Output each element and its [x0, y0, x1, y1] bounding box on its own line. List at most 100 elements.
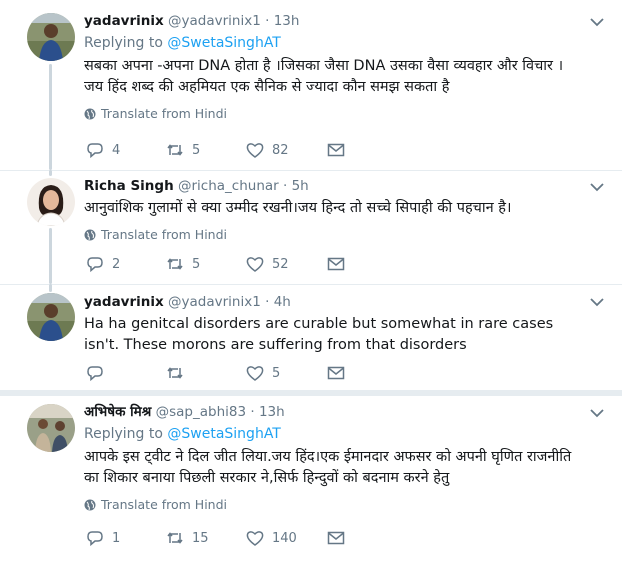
- separator-dot: ·: [250, 404, 255, 420]
- retweet-button[interactable]: [166, 364, 192, 382]
- direct-message-button[interactable]: [327, 141, 345, 159]
- message-icon: [327, 366, 345, 380]
- tweet-text: सबका अपना -अपना DNA होता है ।जिसका जैसा …: [84, 58, 564, 95]
- display-name[interactable]: अभिषेक मिश्र: [84, 404, 151, 420]
- separator-dot: ·: [265, 13, 270, 29]
- replying-to: Replying to @SwetaSinghAT: [84, 33, 582, 53]
- reply-icon: [87, 257, 103, 273]
- like-icon: [246, 257, 264, 272]
- chevron-down-icon[interactable]: [590, 297, 604, 307]
- user-handle[interactable]: @yadavrinix1: [168, 13, 261, 29]
- message-icon: [327, 143, 345, 157]
- display-name[interactable]: yadavrinix: [84, 13, 164, 29]
- retweet-button[interactable]: 15: [166, 529, 209, 547]
- chevron-down-icon[interactable]: [590, 17, 604, 27]
- replying-prefix: Replying to: [84, 426, 168, 442]
- replying-prefix: Replying to: [84, 35, 168, 51]
- reply-target-link[interactable]: @SwetaSinghAT: [167, 426, 280, 442]
- translate-label: Translate from Hindi: [101, 497, 227, 512]
- reply-icon: [87, 366, 103, 382]
- direct-message-button[interactable]: [327, 364, 345, 382]
- thread-line: [49, 64, 52, 170]
- reply-icon: [87, 143, 103, 159]
- timestamp[interactable]: 5h: [292, 178, 309, 194]
- retweet-count: 15: [192, 530, 209, 546]
- translate-link[interactable]: Translate from Hindi: [84, 106, 582, 121]
- timestamp[interactable]: 13h: [274, 13, 300, 29]
- chevron-down-icon[interactable]: [590, 408, 604, 418]
- globe-icon: [84, 108, 96, 119]
- thread-line: [49, 228, 52, 284]
- tweet-actions: 1 15 140: [84, 529, 384, 549]
- display-name[interactable]: yadavrinix: [84, 294, 164, 310]
- like-count: 82: [272, 142, 289, 158]
- reply-button[interactable]: 4: [86, 141, 120, 159]
- translate-label: Translate from Hindi: [101, 227, 227, 242]
- direct-message-button[interactable]: [327, 255, 345, 273]
- tweet-header: yadavrinix @yadavrinix1 · 4h: [84, 293, 582, 311]
- direct-message-button[interactable]: [327, 529, 345, 547]
- reply-count: 2: [112, 256, 121, 272]
- like-count: 140: [272, 530, 297, 546]
- like-button[interactable]: 140: [246, 529, 297, 547]
- reply-button[interactable]: 1: [86, 529, 120, 547]
- translate-link[interactable]: Translate from Hindi: [84, 227, 582, 242]
- replying-to: Replying to @SwetaSinghAT: [84, 424, 582, 444]
- like-count: 5: [272, 365, 281, 381]
- like-button[interactable]: 82: [246, 141, 289, 159]
- translate-label: Translate from Hindi: [101, 106, 227, 121]
- like-button[interactable]: 5: [246, 364, 280, 382]
- retweet-count: 5: [192, 142, 201, 158]
- separator-dot: ·: [283, 178, 288, 194]
- tweet-2[interactable]: Richa Singh @richa_chunar · 5h आनुवांशिक…: [0, 170, 622, 284]
- globe-icon: [84, 229, 96, 240]
- reply-icon: [87, 531, 103, 547]
- user-handle[interactable]: @yadavrinix1: [168, 294, 261, 310]
- reply-count: 1: [112, 530, 121, 546]
- tweet-header: अभिषेक मिश्र @sap_abhi83 · 13h: [84, 403, 582, 421]
- separator-dot: ·: [265, 294, 270, 310]
- tweet-3[interactable]: yadavrinix @yadavrinix1 · 4h Ha ha genit…: [0, 284, 622, 390]
- message-icon: [327, 257, 345, 271]
- thread-line: [49, 284, 52, 292]
- retweet-icon: [167, 144, 183, 156]
- retweet-button[interactable]: 5: [166, 141, 200, 159]
- retweet-icon: [167, 258, 183, 270]
- tweet-actions: 2 5 52: [84, 255, 384, 275]
- tweet-text: आपके इस ट्वीट ने दिल जीत लिया.जय हिंद।एक…: [84, 449, 572, 486]
- reply-target-link[interactable]: @SwetaSinghAT: [167, 35, 280, 51]
- retweet-button[interactable]: 5: [166, 255, 200, 273]
- retweet-icon: [167, 367, 183, 379]
- chevron-down-icon[interactable]: [590, 182, 604, 192]
- avatar-abhishek-mishra[interactable]: [27, 404, 75, 452]
- translate-link[interactable]: Translate from Hindi: [84, 497, 582, 512]
- user-handle[interactable]: @richa_chunar: [178, 178, 279, 194]
- retweet-count: 5: [192, 256, 201, 272]
- reply-button[interactable]: [86, 364, 112, 382]
- tweet-4[interactable]: अभिषेक मिश्र @sap_abhi83 · 13h Replying …: [0, 396, 622, 565]
- display-name[interactable]: Richa Singh: [84, 178, 174, 194]
- tweet-header: yadavrinix @yadavrinix1 · 13h: [84, 12, 582, 30]
- avatar-yadavrinix[interactable]: [27, 13, 75, 61]
- avatar-yadavrinix[interactable]: [27, 293, 75, 341]
- like-icon: [246, 531, 264, 546]
- message-icon: [327, 531, 345, 545]
- like-button[interactable]: 52: [246, 255, 289, 273]
- tweet-1[interactable]: yadavrinix @yadavrinix1 · 13h Replying t…: [0, 0, 622, 170]
- like-icon: [246, 143, 264, 158]
- reply-button[interactable]: 2: [86, 255, 120, 273]
- thread-line: [49, 170, 52, 176]
- tweet-actions: 4 5 82: [84, 141, 384, 161]
- timestamp[interactable]: 4h: [274, 294, 291, 310]
- tweet-text: आनुवांशिक गुलामों से क्या उम्मीद रखनी।जय…: [84, 200, 512, 216]
- retweet-icon: [167, 532, 183, 544]
- avatar-richa-singh[interactable]: [27, 178, 75, 226]
- timestamp[interactable]: 13h: [259, 404, 285, 420]
- like-count: 52: [272, 256, 289, 272]
- globe-icon: [84, 499, 96, 510]
- tweet-header: Richa Singh @richa_chunar · 5h: [84, 177, 582, 195]
- reply-count: 4: [112, 142, 121, 158]
- like-icon: [246, 366, 264, 381]
- tweet-text: Ha ha genitcal disorders are curable but…: [84, 316, 554, 353]
- user-handle[interactable]: @sap_abhi83: [156, 404, 246, 420]
